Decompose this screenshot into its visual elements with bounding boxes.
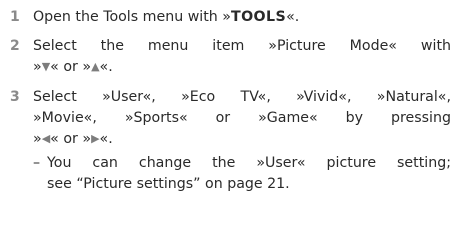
step-number: 3 bbox=[10, 89, 20, 105]
step-text: Select the menu item »Picture Mode« with… bbox=[33, 36, 451, 78]
step-text-part: » bbox=[33, 59, 42, 75]
tools-key-label: TOOLS bbox=[231, 9, 287, 25]
step-text: Open the Tools menu with »TOOLS«. bbox=[33, 7, 451, 28]
step-line: »Movie«, »Sports« or »Game« by pressing bbox=[33, 110, 451, 126]
note-text: You can change the »User« picture settin… bbox=[47, 153, 451, 195]
step-text: Select »User«, »Eco TV«, »Vivid«, »Natur… bbox=[33, 87, 451, 150]
note-line: see “Picture settings” on page 21. bbox=[47, 176, 290, 192]
step-text-part: «. bbox=[99, 131, 113, 147]
arrow-up-icon: ▲ bbox=[91, 60, 100, 73]
step-line: Select the menu item »Picture Mode« with bbox=[33, 38, 451, 54]
step-text-part: « or » bbox=[50, 131, 92, 147]
arrow-down-icon: ▼ bbox=[41, 60, 51, 73]
note-dash: – bbox=[33, 155, 41, 171]
note-line: You can change the »User« picture settin… bbox=[47, 155, 451, 171]
step-text-part: «. bbox=[99, 59, 113, 75]
instruction-list: 1 Open the Tools menu with »TOOLS«. 2 Se… bbox=[0, 0, 458, 241]
step-text-part: «. bbox=[286, 9, 300, 25]
arrow-right-icon: ▶ bbox=[91, 132, 100, 145]
arrow-left-icon: ◀ bbox=[41, 132, 51, 145]
step-text-part: » bbox=[33, 131, 42, 147]
step-line: Select »User«, »Eco TV«, »Vivid«, »Natur… bbox=[33, 89, 451, 105]
step-text-part: Open the Tools menu with » bbox=[33, 9, 231, 25]
step-number: 1 bbox=[10, 9, 20, 25]
step-number: 2 bbox=[10, 38, 20, 54]
step-text-part: « or » bbox=[50, 59, 92, 75]
